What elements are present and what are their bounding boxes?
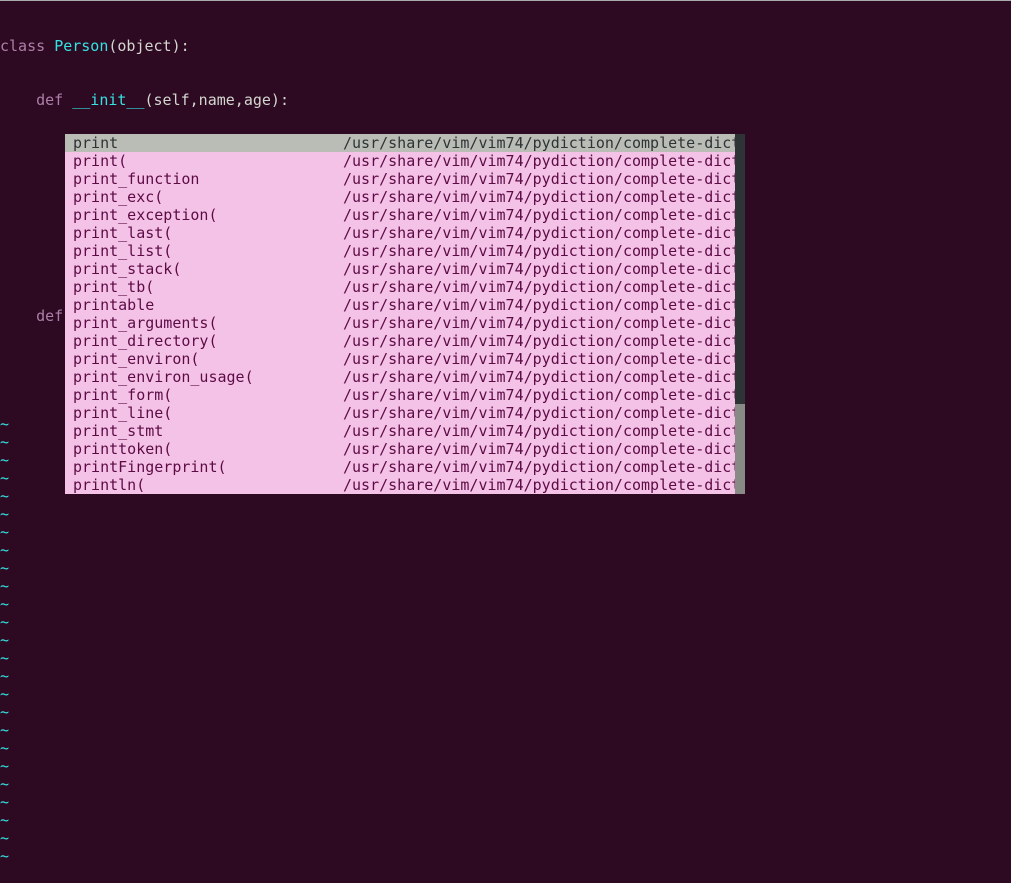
keyword-def: def (36, 91, 63, 109)
empty-line-marker: ~ (0, 667, 1011, 685)
completion-popup[interactable]: print/usr/share/vim/vim74/pydiction/comp… (65, 134, 745, 494)
completion-source: /usr/share/vim/vim74/pydiction/complete-… (343, 314, 745, 332)
completion-source: /usr/share/vim/vim74/pydiction/complete-… (343, 386, 745, 404)
completion-item[interactable]: print_stmt/usr/share/vim/vim74/pydiction… (65, 422, 745, 440)
space (45, 37, 54, 55)
completion-source: /usr/share/vim/vim74/pydiction/complete-… (343, 458, 745, 476)
method-args: (self,name,age): (145, 91, 290, 109)
completion-word: println( (73, 476, 343, 494)
empty-line-marker: ~ (0, 847, 1011, 865)
completion-item[interactable]: print_directory(/usr/share/vim/vim74/pyd… (65, 332, 745, 350)
completion-item[interactable]: print_last(/usr/share/vim/vim74/pydictio… (65, 224, 745, 242)
completion-word: print_line( (73, 404, 343, 422)
completion-word: print_arguments( (73, 314, 343, 332)
empty-line-marker: ~ (0, 577, 1011, 595)
completion-word: print_stack( (73, 260, 343, 278)
empty-line-marker: ~ (0, 523, 1011, 541)
code-line: def __init__(self,name,age): (0, 91, 1011, 109)
empty-line-marker: ~ (0, 739, 1011, 757)
completion-source: /usr/share/vim/vim74/pydiction/complete-… (343, 422, 745, 440)
empty-line-marker: ~ (0, 595, 1011, 613)
completion-item[interactable]: println(/usr/share/vim/vim74/pydiction/c… (65, 476, 745, 494)
completion-item[interactable]: print_list(/usr/share/vim/vim74/pydictio… (65, 242, 745, 260)
empty-line-marker: ~ (0, 757, 1011, 775)
completion-word: print_directory( (73, 332, 343, 350)
completion-source: /usr/share/vim/vim74/pydiction/complete-… (343, 404, 745, 422)
completion-word: print (73, 134, 343, 152)
completion-source: /usr/share/vim/vim74/pydiction/complete-… (343, 152, 745, 170)
empty-line-marker: ~ (0, 703, 1011, 721)
empty-line-marker: ~ (0, 631, 1011, 649)
completion-item[interactable]: print(/usr/share/vim/vim74/pydiction/com… (65, 152, 745, 170)
completion-source: /usr/share/vim/vim74/pydiction/complete-… (343, 296, 745, 314)
completion-item[interactable]: print_environ(/usr/share/vim/vim74/pydic… (65, 350, 745, 368)
completion-word: print_exc( (73, 188, 343, 206)
completion-word: printtoken( (73, 440, 343, 458)
completion-word: print( (73, 152, 343, 170)
empty-line-marker: ~ (0, 649, 1011, 667)
completion-word: print_list( (73, 242, 343, 260)
completion-word: print_exception( (73, 206, 343, 224)
code-line: class Person(object): (0, 37, 1011, 55)
indent (0, 361, 72, 379)
scrollbar-thumb[interactable] (735, 134, 745, 404)
class-args: (object): (108, 37, 189, 55)
completion-item[interactable]: printFingerprint(/usr/share/vim/vim74/py… (65, 458, 745, 476)
completion-item[interactable]: print_arguments(/usr/share/vim/vim74/pyd… (65, 314, 745, 332)
empty-line-marker: ~ (0, 685, 1011, 703)
empty-line-marker: ~ (0, 775, 1011, 793)
empty-line-marker: ~ (0, 613, 1011, 631)
completion-item[interactable]: print_stack(/usr/share/vim/vim74/pydicti… (65, 260, 745, 278)
empty-line-marker: ~ (0, 793, 1011, 811)
empty-line-marker: ~ (0, 829, 1011, 847)
completion-list[interactable]: print/usr/share/vim/vim74/pydiction/comp… (65, 134, 745, 494)
completion-source: /usr/share/vim/vim74/pydiction/complete-… (343, 134, 745, 152)
completion-item[interactable]: print/usr/share/vim/vim74/pydiction/comp… (65, 134, 745, 152)
completion-source: /usr/share/vim/vim74/pydiction/complete-… (343, 170, 745, 188)
completion-word: print_last( (73, 224, 343, 242)
empty-line-marker: ~ (0, 505, 1011, 523)
empty-line-marker: ~ (0, 811, 1011, 829)
completion-source: /usr/share/vim/vim74/pydiction/complete-… (343, 440, 745, 458)
completion-item[interactable]: printable/usr/share/vim/vim74/pydiction/… (65, 296, 745, 314)
completion-source: /usr/share/vim/vim74/pydiction/complete-… (343, 260, 745, 278)
completion-item[interactable]: print_line(/usr/share/vim/vim74/pydictio… (65, 404, 745, 422)
completion-source: /usr/share/vim/vim74/pydiction/complete-… (343, 224, 745, 242)
empty-line-marker: ~ (0, 541, 1011, 559)
completion-word: print_tb( (73, 278, 343, 296)
completion-word: print_environ( (73, 350, 343, 368)
completion-item[interactable]: print_exc(/usr/share/vim/vim74/pydiction… (65, 188, 745, 206)
keyword-class: class (0, 37, 45, 55)
scrollbar-track[interactable] (735, 134, 745, 494)
method-name: __init__ (72, 91, 144, 109)
completion-word: print_stmt (73, 422, 343, 440)
completion-item[interactable]: print_exception(/usr/share/vim/vim74/pyd… (65, 206, 745, 224)
completion-item[interactable]: print_form(/usr/share/vim/vim74/pydictio… (65, 386, 745, 404)
completion-word: print_function (73, 170, 343, 188)
completion-source: /usr/share/vim/vim74/pydiction/complete-… (343, 332, 745, 350)
completion-word: print_environ_usage( (73, 368, 343, 386)
completion-source: /usr/share/vim/vim74/pydiction/complete-… (343, 188, 745, 206)
completion-source: /usr/share/vim/vim74/pydiction/complete-… (343, 278, 745, 296)
completion-source: /usr/share/vim/vim74/pydiction/complete-… (343, 476, 745, 494)
indent (0, 91, 36, 109)
completion-source: /usr/share/vim/vim74/pydiction/complete-… (343, 368, 745, 386)
empty-line-marker: ~ (0, 559, 1011, 577)
completion-item[interactable]: print_function/usr/share/vim/vim74/pydic… (65, 170, 745, 188)
class-name: Person (54, 37, 108, 55)
completion-item[interactable]: print_environ_usage(/usr/share/vim/vim74… (65, 368, 745, 386)
space (63, 91, 72, 109)
empty-line-marker: ~ (0, 721, 1011, 739)
completion-source: /usr/share/vim/vim74/pydiction/complete-… (343, 206, 745, 224)
completion-word: printFingerprint( (73, 458, 343, 476)
keyword-def: def (36, 307, 63, 325)
indent (0, 307, 36, 325)
completion-source: /usr/share/vim/vim74/pydiction/complete-… (343, 242, 745, 260)
completion-source: /usr/share/vim/vim74/pydiction/complete-… (343, 350, 745, 368)
completion-word: printable (73, 296, 343, 314)
completion-item[interactable]: printtoken(/usr/share/vim/vim74/pydictio… (65, 440, 745, 458)
completion-word: print_form( (73, 386, 343, 404)
completion-item[interactable]: print_tb(/usr/share/vim/vim74/pydiction/… (65, 278, 745, 296)
